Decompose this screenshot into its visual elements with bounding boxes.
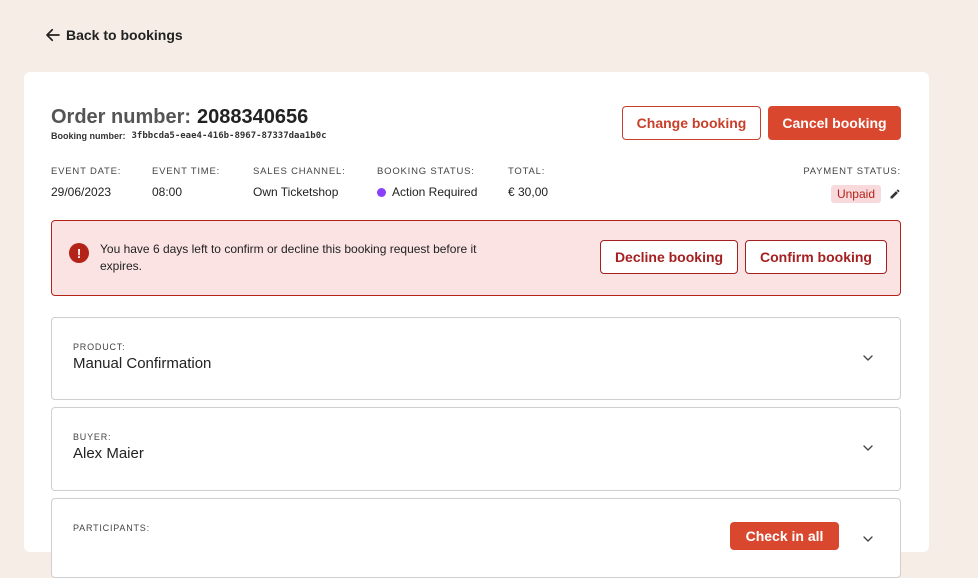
chevron-down-icon[interactable] [860,531,876,547]
booking-number-label: Booking number: [51,131,126,141]
booking-number: Booking number: 3fbbcda5-eae4-416b-8967-… [51,131,327,141]
event-date-label: EVENT DATE: [51,166,122,177]
chevron-down-icon[interactable] [860,440,876,456]
edit-pencil-icon[interactable] [889,188,901,200]
booking-status-value: Action Required [392,185,478,199]
back-label: Back to bookings [66,27,183,43]
alert-message: You have 6 days left to confirm or decli… [100,242,477,273]
total: TOTAL: € 30,00 [508,166,548,199]
change-booking-button[interactable]: Change booking [622,106,761,140]
exclamation-icon: ! [69,243,89,263]
sales-channel: SALES CHANNEL: Own Ticketshop [253,166,346,199]
product-label: PRODUCT: [73,342,126,352]
payment-status-label: PAYMENT STATUS: [803,166,901,177]
decline-booking-button[interactable]: Decline booking [600,240,738,274]
cancel-booking-button[interactable]: Cancel booking [768,106,901,140]
event-time: EVENT TIME: 08:00 [152,166,220,199]
booking-status: BOOKING STATUS: Action Required [377,166,477,199]
product-value: Manual Confirmation [73,355,212,372]
payment-status-badge: Unpaid [830,185,881,203]
booking-number-value: 3fbbcda5-eae4-416b-8967-87337daa1b0c [131,131,327,141]
booking-card: Order number: 2088340656 Booking number:… [24,72,929,578]
sales-channel-label: SALES CHANNEL: [253,166,346,177]
confirm-booking-button[interactable]: Confirm booking [745,240,887,274]
event-time-value: 08:00 [152,185,183,199]
product-panel[interactable]: PRODUCT: Manual Confirmation [51,317,901,400]
event-time-label: EVENT TIME: [152,166,221,177]
arrow-left-icon [46,28,60,42]
back-to-bookings-link[interactable]: Back to bookings [44,26,183,44]
expiry-alert: ! You have 6 days left to confirm or dec… [51,220,901,296]
order-number: 2088340656 [197,106,309,128]
status-dot-icon [377,187,386,197]
chevron-down-icon[interactable] [860,350,876,366]
event-date-value: 29/06/2023 [51,185,112,199]
booking-status-label: BOOKING STATUS: [377,166,475,177]
event-date: EVENT DATE: 29/06/2023 [51,166,121,199]
order-number-label: Order number: [51,106,192,128]
total-value: € 30,00 [508,185,549,199]
participants-panel[interactable]: PARTICIPANTS: Check in all [51,498,901,578]
total-label: TOTAL: [508,166,546,177]
check-in-all-button[interactable]: Check in all [730,522,839,550]
payment-status: PAYMENT STATUS: Unpaid [803,166,901,203]
buyer-panel[interactable]: BUYER: Alex Maier [51,407,901,491]
sales-channel-value: Own Ticketshop [253,185,339,199]
buyer-value: Alex Maier [73,445,144,462]
buyer-label: BUYER: [73,432,112,442]
participants-label: PARTICIPANTS: [73,523,150,533]
order-title: Order number: 2088340656 [51,106,308,129]
